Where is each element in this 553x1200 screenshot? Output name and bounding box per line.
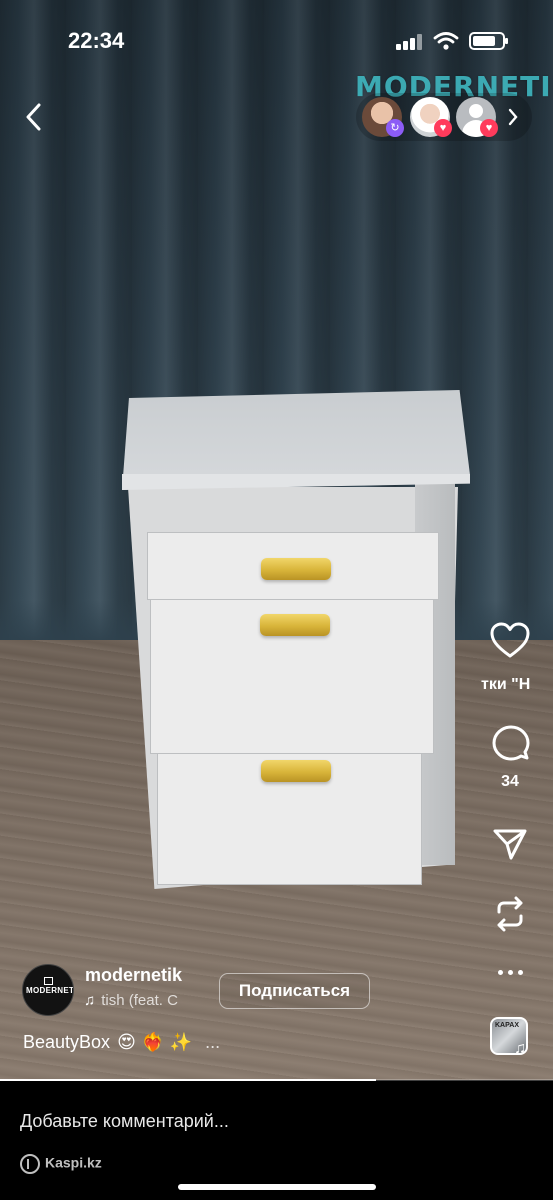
- share-icon[interactable]: [492, 826, 528, 862]
- signal-icon: [396, 34, 422, 50]
- music-note-icon: ♫: [84, 992, 96, 1009]
- caption-emojis: 😍 ❤️‍🔥 ✨: [117, 1032, 193, 1053]
- heart-icon[interactable]: [490, 622, 530, 660]
- drawer-handle: [261, 558, 331, 580]
- audio-track[interactable]: ♫ tish (feat. C: [84, 992, 202, 1009]
- reel-video[interactable]: [0, 0, 553, 1080]
- source-watermark-text: Kaspi.kz: [45, 1154, 102, 1171]
- author-avatar-text: MODERNETIK: [26, 986, 74, 995]
- source-watermark: Kaspi.kz: [20, 1154, 102, 1174]
- audio-track-title: tish (feat. C: [101, 992, 178, 1009]
- author-username[interactable]: modernetik: [85, 965, 182, 986]
- chevron-right-icon[interactable]: [505, 106, 521, 128]
- drawer-handle: [260, 614, 330, 636]
- kaspi-logo-icon: [20, 1154, 40, 1174]
- home-indicator[interactable]: [178, 1184, 376, 1190]
- comment-icon[interactable]: [492, 724, 530, 762]
- heart-badge-icon: ♥: [480, 119, 498, 137]
- follow-button[interactable]: Подписаться: [219, 973, 370, 1009]
- caption-text: BeautyBox: [23, 1032, 111, 1052]
- comment-input[interactable]: Добавьте комментарий...: [20, 1111, 229, 1132]
- remix-icon[interactable]: [493, 895, 527, 933]
- more-icon[interactable]: [496, 962, 526, 982]
- battery-icon: [469, 32, 508, 50]
- audio-thumb-text: KAPAX: [495, 1022, 519, 1029]
- heart-badge-icon: ♥: [434, 119, 452, 137]
- caption-more-button[interactable]: ...: [205, 1032, 220, 1052]
- comment-count: 34: [501, 773, 519, 790]
- bottom-bar: [0, 1081, 553, 1200]
- back-chevron-icon[interactable]: [20, 100, 50, 134]
- status-time: 22:34: [68, 28, 125, 53]
- drawer-handle: [261, 760, 331, 782]
- wifi-icon: [433, 32, 459, 50]
- repost-badge-icon: ↻: [386, 119, 404, 137]
- like-label: тки "Н: [481, 676, 531, 693]
- author-avatar[interactable]: MODERNETIK: [22, 964, 74, 1016]
- music-note-icon: ♫: [514, 1040, 526, 1057]
- caption[interactable]: BeautyBox 😍 ❤️‍🔥 ✨ ...: [23, 1032, 220, 1053]
